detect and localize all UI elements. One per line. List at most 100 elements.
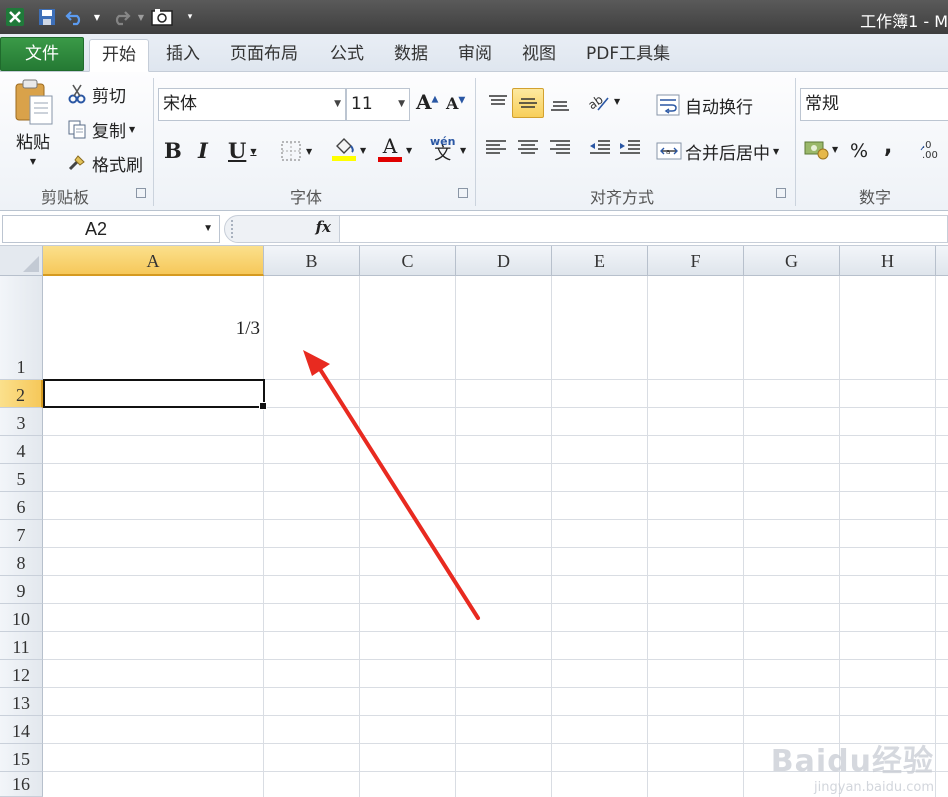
grow-font-button[interactable]: A▲ (416, 90, 438, 114)
wrap-text-button[interactable]: 自动换行 (656, 92, 753, 118)
column-header-d[interactable]: D (456, 246, 552, 276)
tab-data[interactable]: 数据 (382, 39, 440, 72)
row-header-13[interactable]: 13 (0, 688, 43, 716)
accounting-format-button[interactable]: ▼ (804, 138, 838, 160)
column-header-c[interactable]: C (360, 246, 456, 276)
tab-view[interactable]: 视图 (510, 39, 568, 72)
font-color-dropdown-icon[interactable]: ▼ (406, 146, 412, 155)
percent-style-button[interactable]: % (850, 140, 868, 162)
tab-page-layout[interactable]: 页面布局 (218, 39, 310, 72)
chevron-down-icon[interactable]: ▼ (203, 216, 213, 242)
underline-dropdown-icon[interactable]: ▼ (250, 146, 256, 156)
active-cell-a2[interactable] (43, 379, 267, 410)
row-header-12[interactable]: 12 (0, 660, 43, 688)
clipboard-launcher-icon[interactable] (136, 188, 146, 198)
row-header-6[interactable]: 6 (0, 492, 43, 520)
orientation-dropdown-icon[interactable]: ▼ (614, 97, 620, 106)
redo-icon[interactable] (110, 6, 132, 28)
align-center-button[interactable] (516, 138, 540, 158)
row-header-10[interactable]: 10 (0, 604, 43, 632)
column-header-e[interactable]: E (552, 246, 648, 276)
italic-button[interactable]: I (198, 138, 208, 163)
align-bottom-button[interactable] (546, 88, 574, 118)
font-name-select[interactable]: 宋体 ▼ (158, 88, 346, 121)
font-launcher-icon[interactable] (458, 188, 468, 198)
row-header-15[interactable]: 15 (0, 744, 43, 772)
cell-a1[interactable]: 1/3 (43, 276, 264, 380)
row-header-8[interactable]: 8 (0, 548, 43, 576)
align-left-button[interactable] (484, 138, 508, 158)
align-top-button[interactable] (484, 88, 512, 118)
column-header-f[interactable]: F (648, 246, 744, 276)
undo-icon[interactable] (64, 6, 86, 28)
copy-dropdown-icon[interactable]: ▼ (129, 125, 135, 134)
increase-indent-button[interactable] (618, 138, 642, 158)
tab-file[interactable]: 文件 (0, 37, 84, 71)
font-color-button[interactable]: A (378, 136, 402, 162)
row-header-4[interactable]: 4 (0, 436, 43, 464)
alignment-launcher-icon[interactable] (776, 188, 786, 198)
comma-style-button[interactable]: , (884, 134, 892, 159)
select-all-button[interactable] (0, 246, 43, 276)
save-icon[interactable] (36, 6, 58, 28)
column-header-partial[interactable] (936, 246, 948, 276)
align-middle-icon (517, 94, 539, 112)
insert-function-button[interactable]: fx (224, 215, 340, 243)
customize-icon[interactable]: ▾ (184, 6, 196, 28)
camera-icon[interactable] (150, 6, 174, 28)
align-right-button[interactable] (548, 138, 572, 158)
orientation-button[interactable]: ab ▼ (586, 90, 620, 112)
number-format-select[interactable]: 常规 (800, 88, 948, 121)
decrease-indent-button[interactable] (588, 138, 612, 158)
merge-center-button[interactable]: a 合并后居中 ▼ (656, 138, 779, 164)
font-size-select[interactable]: 11 ▼ (346, 88, 410, 121)
row-header-2[interactable]: 2 (0, 380, 43, 408)
row-header-3[interactable]: 3 (0, 408, 43, 436)
borders-dropdown-icon[interactable]: ▼ (306, 147, 312, 156)
row-header-5[interactable]: 5 (0, 464, 43, 492)
fill-color-dropdown-icon[interactable]: ▼ (360, 146, 366, 155)
fill-color-button[interactable] (332, 136, 356, 161)
resize-handle-icon[interactable] (231, 220, 239, 238)
row-header-11[interactable]: 11 (0, 632, 43, 660)
redo-dropdown-icon[interactable]: ▼ (136, 6, 146, 28)
bold-button[interactable]: B (164, 138, 182, 163)
align-middle-button[interactable] (512, 88, 544, 118)
underline-button[interactable]: U ▼ (228, 138, 256, 163)
cut-button[interactable]: 剪切 (66, 82, 126, 107)
format-painter-button[interactable]: 格式刷 (66, 151, 143, 176)
borders-button[interactable]: ▼ (280, 140, 312, 162)
formula-input[interactable] (340, 215, 948, 243)
shrink-font-button[interactable]: A▼ (446, 94, 465, 113)
row-header-1[interactable]: 1 (0, 276, 43, 380)
increase-indent-icon (618, 138, 642, 158)
phonetic-button[interactable]: wén 文 (430, 136, 455, 163)
column-header-b[interactable]: B (264, 246, 360, 276)
tab-home[interactable]: 开始 (89, 39, 149, 72)
tab-insert[interactable]: 插入 (154, 39, 212, 72)
formula-bar: A2 ▼ fx (0, 212, 948, 246)
row-header-9[interactable]: 9 (0, 576, 43, 604)
accounting-dropdown-icon[interactable]: ▼ (832, 145, 838, 154)
column-header-g[interactable]: G (744, 246, 840, 276)
copy-button[interactable]: 复制 ▼ (66, 117, 135, 142)
row-header-14[interactable]: 14 (0, 716, 43, 744)
paste-button[interactable]: 粘贴 ▼ (8, 78, 58, 178)
merge-center-dropdown-icon[interactable]: ▼ (773, 147, 779, 156)
row-header-16[interactable]: 16 (0, 772, 43, 797)
paste-dropdown-icon[interactable]: ▼ (30, 157, 36, 166)
tab-pdf-tools[interactable]: PDF工具集 (574, 39, 682, 72)
tab-review[interactable]: 审阅 (446, 39, 504, 72)
tab-formulas[interactable]: 公式 (318, 39, 376, 72)
undo-dropdown-icon[interactable]: ▼ (92, 6, 102, 28)
row-header-7[interactable]: 7 (0, 520, 43, 548)
name-box[interactable]: A2 ▼ (2, 215, 220, 243)
column-header-h[interactable]: H (840, 246, 936, 276)
chevron-down-icon: ▼ (398, 99, 405, 109)
worksheet-grid[interactable]: A B C D E F G H 1 2 3 4 5 6 7 8 9 10 11 … (0, 246, 948, 797)
phonetic-dropdown-icon[interactable]: ▼ (460, 146, 466, 155)
column-header-a[interactable]: A (43, 246, 264, 276)
title-bar: ▼ ▼ ▾ 工作簿1 - M (0, 0, 948, 34)
increase-decimal-button[interactable]: .0.00 (920, 138, 946, 160)
excel-logo-icon[interactable] (4, 6, 26, 28)
